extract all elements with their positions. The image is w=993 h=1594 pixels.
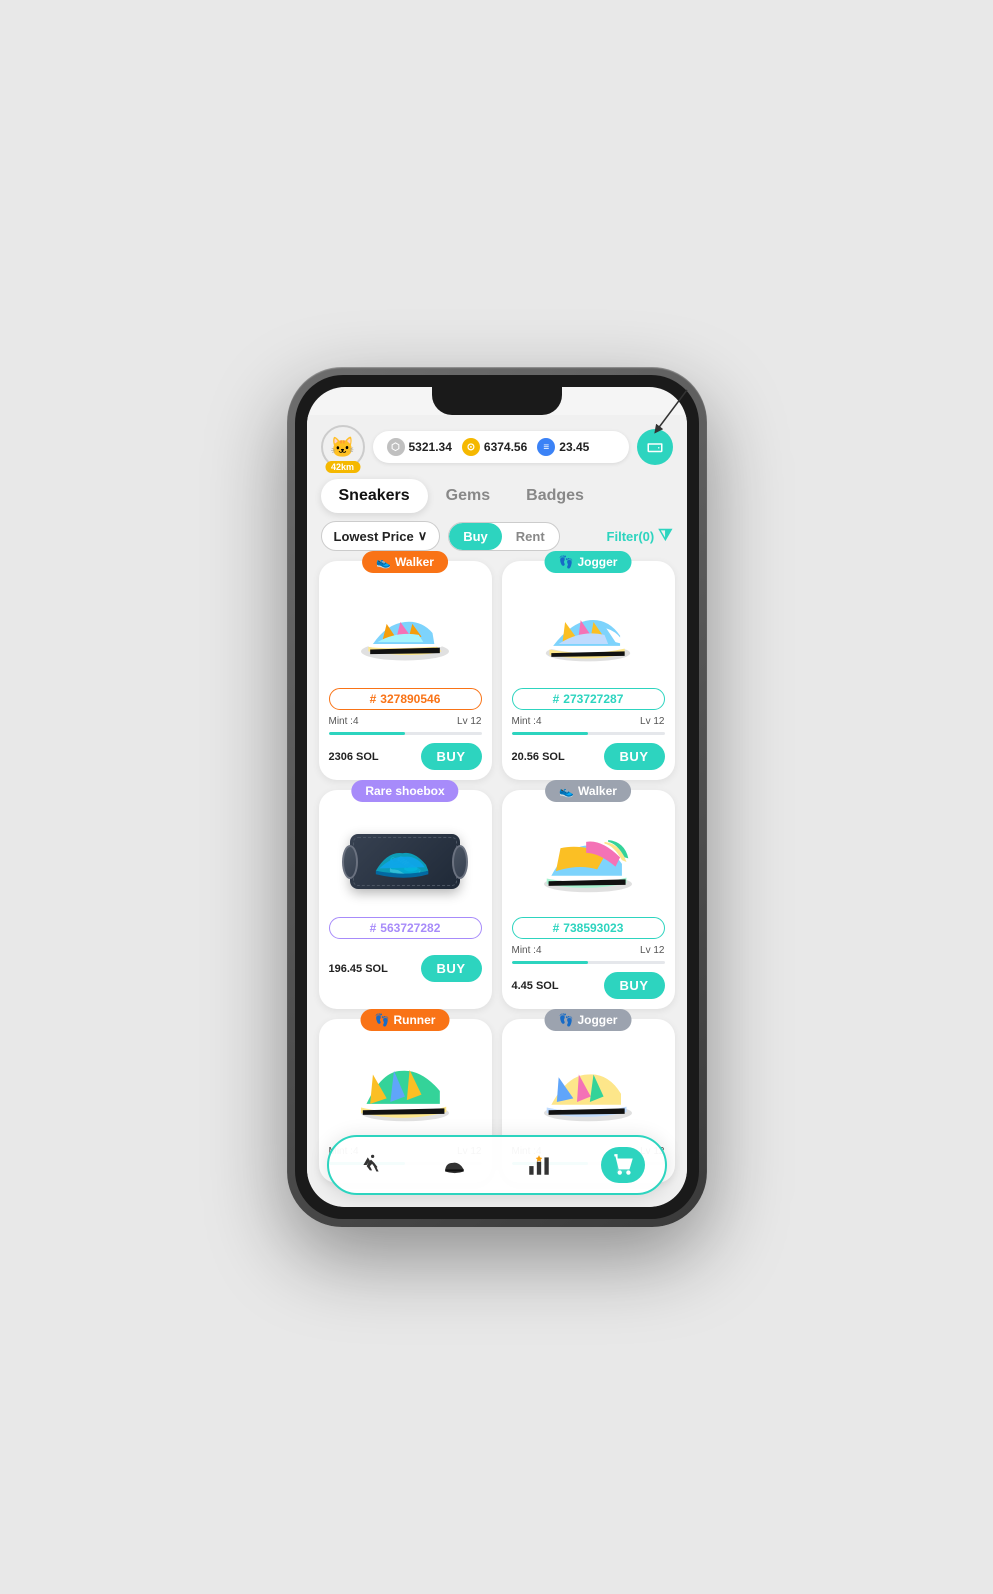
tab-gems[interactable]: Gems (428, 479, 508, 513)
currency-item-3: ≡ 23.45 (537, 438, 589, 456)
card-1-stats: Mint :4 Lv 12 (329, 716, 482, 727)
card-6-badge: 👣 Jogger (545, 1009, 632, 1031)
card-5-image (329, 1043, 482, 1138)
card-2-bottom: 20.56 SOL BUY (512, 743, 665, 770)
card-5-badge: 👣 Runner (361, 1009, 450, 1031)
card-3-bottom: 196.45 SOL BUY (329, 955, 482, 982)
mint-fill-4 (512, 961, 589, 964)
currency-value-3: 23.45 (559, 440, 589, 454)
buy-button-4[interactable]: BUY (604, 972, 665, 999)
card-4-stats: Mint :4 Lv 12 (512, 945, 665, 956)
walker-icon-2: 👟 (559, 784, 574, 798)
bottom-nav (307, 1127, 687, 1207)
mint-label-1: Mint :4 (329, 716, 359, 727)
level-label-2: Lv 12 (640, 716, 664, 727)
tab-sneakers[interactable]: Sneakers (321, 479, 428, 513)
card-4-id: # 738593023 (512, 917, 665, 939)
card-3: Rare shoebox 👟 (319, 790, 492, 1009)
nav-inner (327, 1135, 667, 1195)
mint-bar-4 (512, 961, 665, 964)
nav-cart[interactable] (601, 1147, 645, 1183)
mint-bar-1 (329, 732, 482, 735)
card-4-image (512, 814, 665, 909)
sort-label: Lowest Price (334, 529, 414, 544)
silver-icon: ⬡ (387, 438, 405, 456)
mint-label-2: Mint :4 (512, 716, 542, 727)
nav-sneaker[interactable] (433, 1147, 477, 1183)
card-1-image (329, 585, 482, 680)
card-2-image (512, 585, 665, 680)
price-3: 196.45 SOL (329, 963, 388, 975)
jogger-icon-1: 👣 (559, 555, 574, 569)
card-1: 👟 Walker (319, 561, 492, 780)
wallet-button[interactable] (637, 429, 673, 465)
card-6-image (512, 1043, 665, 1138)
filter-icon: ⧩ (658, 527, 672, 545)
mint-bar-2 (512, 732, 665, 735)
nav-leaderboard[interactable] (517, 1147, 561, 1183)
currency-item-1: ⬡ 5321.34 (387, 438, 452, 456)
currency-value-1: 5321.34 (409, 440, 452, 454)
phone-inner: 🐱 42km ⬡ 5321.34 ⊙ 6374.56 (295, 375, 699, 1219)
nav-run[interactable] (349, 1147, 393, 1183)
card-4-bottom: 4.45 SOL BUY (512, 972, 665, 999)
phone-wrapper: 🐱 42km ⬡ 5321.34 ⊙ 6374.56 (287, 367, 707, 1227)
filter-button[interactable]: Filter(0) ⧩ (607, 527, 673, 545)
buy-button-2[interactable]: BUY (604, 743, 665, 770)
chevron-down-icon: ∨ (418, 528, 428, 544)
card-3-id: # 563727282 (329, 917, 482, 939)
buy-button[interactable]: Buy (449, 523, 502, 550)
currency-item-2: ⊙ 6374.56 (462, 438, 527, 456)
currency-value-2: 6374.56 (484, 440, 527, 454)
sneakers-grid: 👟 Walker (307, 561, 687, 1183)
mint-label-4: Mint :4 (512, 945, 542, 956)
shoebox-visual: 👟 (350, 834, 460, 889)
card-1-id: # 327890546 (329, 688, 482, 710)
card-4: 👟 Walker (502, 790, 675, 1009)
hash-icon-2: # (553, 692, 560, 706)
card-3-image: 👟 (329, 814, 482, 909)
gold-icon: ⊙ (462, 438, 480, 456)
hash-icon-1: # (370, 692, 377, 706)
hash-icon-3: # (370, 921, 377, 935)
level-label-1: Lv 12 (457, 716, 481, 727)
screen-content: 🐱 42km ⬡ 5321.34 ⊙ 6374.56 (307, 415, 687, 1207)
filter-label: Filter(0) (607, 529, 655, 544)
tab-badges[interactable]: Badges (508, 479, 602, 513)
jogger-icon-2: 👣 (559, 1013, 574, 1027)
card-4-badge: 👟 Walker (545, 780, 631, 802)
hash-icon-4: # (553, 921, 560, 935)
rent-button[interactable]: Rent (502, 523, 559, 550)
phone-screen: 🐱 42km ⬡ 5321.34 ⊙ 6374.56 (307, 387, 687, 1207)
card-2-stats: Mint :4 Lv 12 (512, 716, 665, 727)
card-2-id: # 273727287 (512, 688, 665, 710)
buy-button-1[interactable]: BUY (421, 743, 482, 770)
card-2: 👣 Jogger (502, 561, 675, 780)
sort-button[interactable]: Lowest Price ∨ (321, 521, 441, 551)
price-1: 2306 SOL (329, 751, 379, 763)
price-4: 4.45 SOL (512, 980, 559, 992)
mint-fill-1 (329, 732, 406, 735)
notch (432, 387, 562, 415)
price-2: 20.56 SOL (512, 751, 565, 763)
buy-rent-group: Buy Rent (448, 522, 559, 551)
card-1-badge: 👟 Walker (362, 551, 448, 573)
tab-bar: Sneakers Gems Badges (307, 479, 687, 513)
card-3-badge: Rare shoebox (351, 780, 458, 802)
currency-bar: ⬡ 5321.34 ⊙ 6374.56 ≡ 23.45 (373, 431, 629, 463)
phone-frame: 🐱 42km ⬡ 5321.34 ⊙ 6374.56 (287, 367, 707, 1227)
card-2-badge: 👣 Jogger (545, 551, 632, 573)
avatar-wrap: 🐱 42km (321, 425, 365, 469)
top-bar: 🐱 42km ⬡ 5321.34 ⊙ 6374.56 (307, 415, 687, 479)
avatar-badge: 42km (325, 461, 360, 473)
filter-row: Lowest Price ∨ Buy Rent Filter(0) ⧩ (307, 521, 687, 551)
runner-icon: 👣 (375, 1013, 390, 1027)
card-1-bottom: 2306 SOL BUY (329, 743, 482, 770)
walker-icon-1: 👟 (376, 555, 391, 569)
level-label-4: Lv 12 (640, 945, 664, 956)
blue-icon: ≡ (537, 438, 555, 456)
mint-fill-2 (512, 732, 589, 735)
buy-button-3[interactable]: BUY (421, 955, 482, 982)
